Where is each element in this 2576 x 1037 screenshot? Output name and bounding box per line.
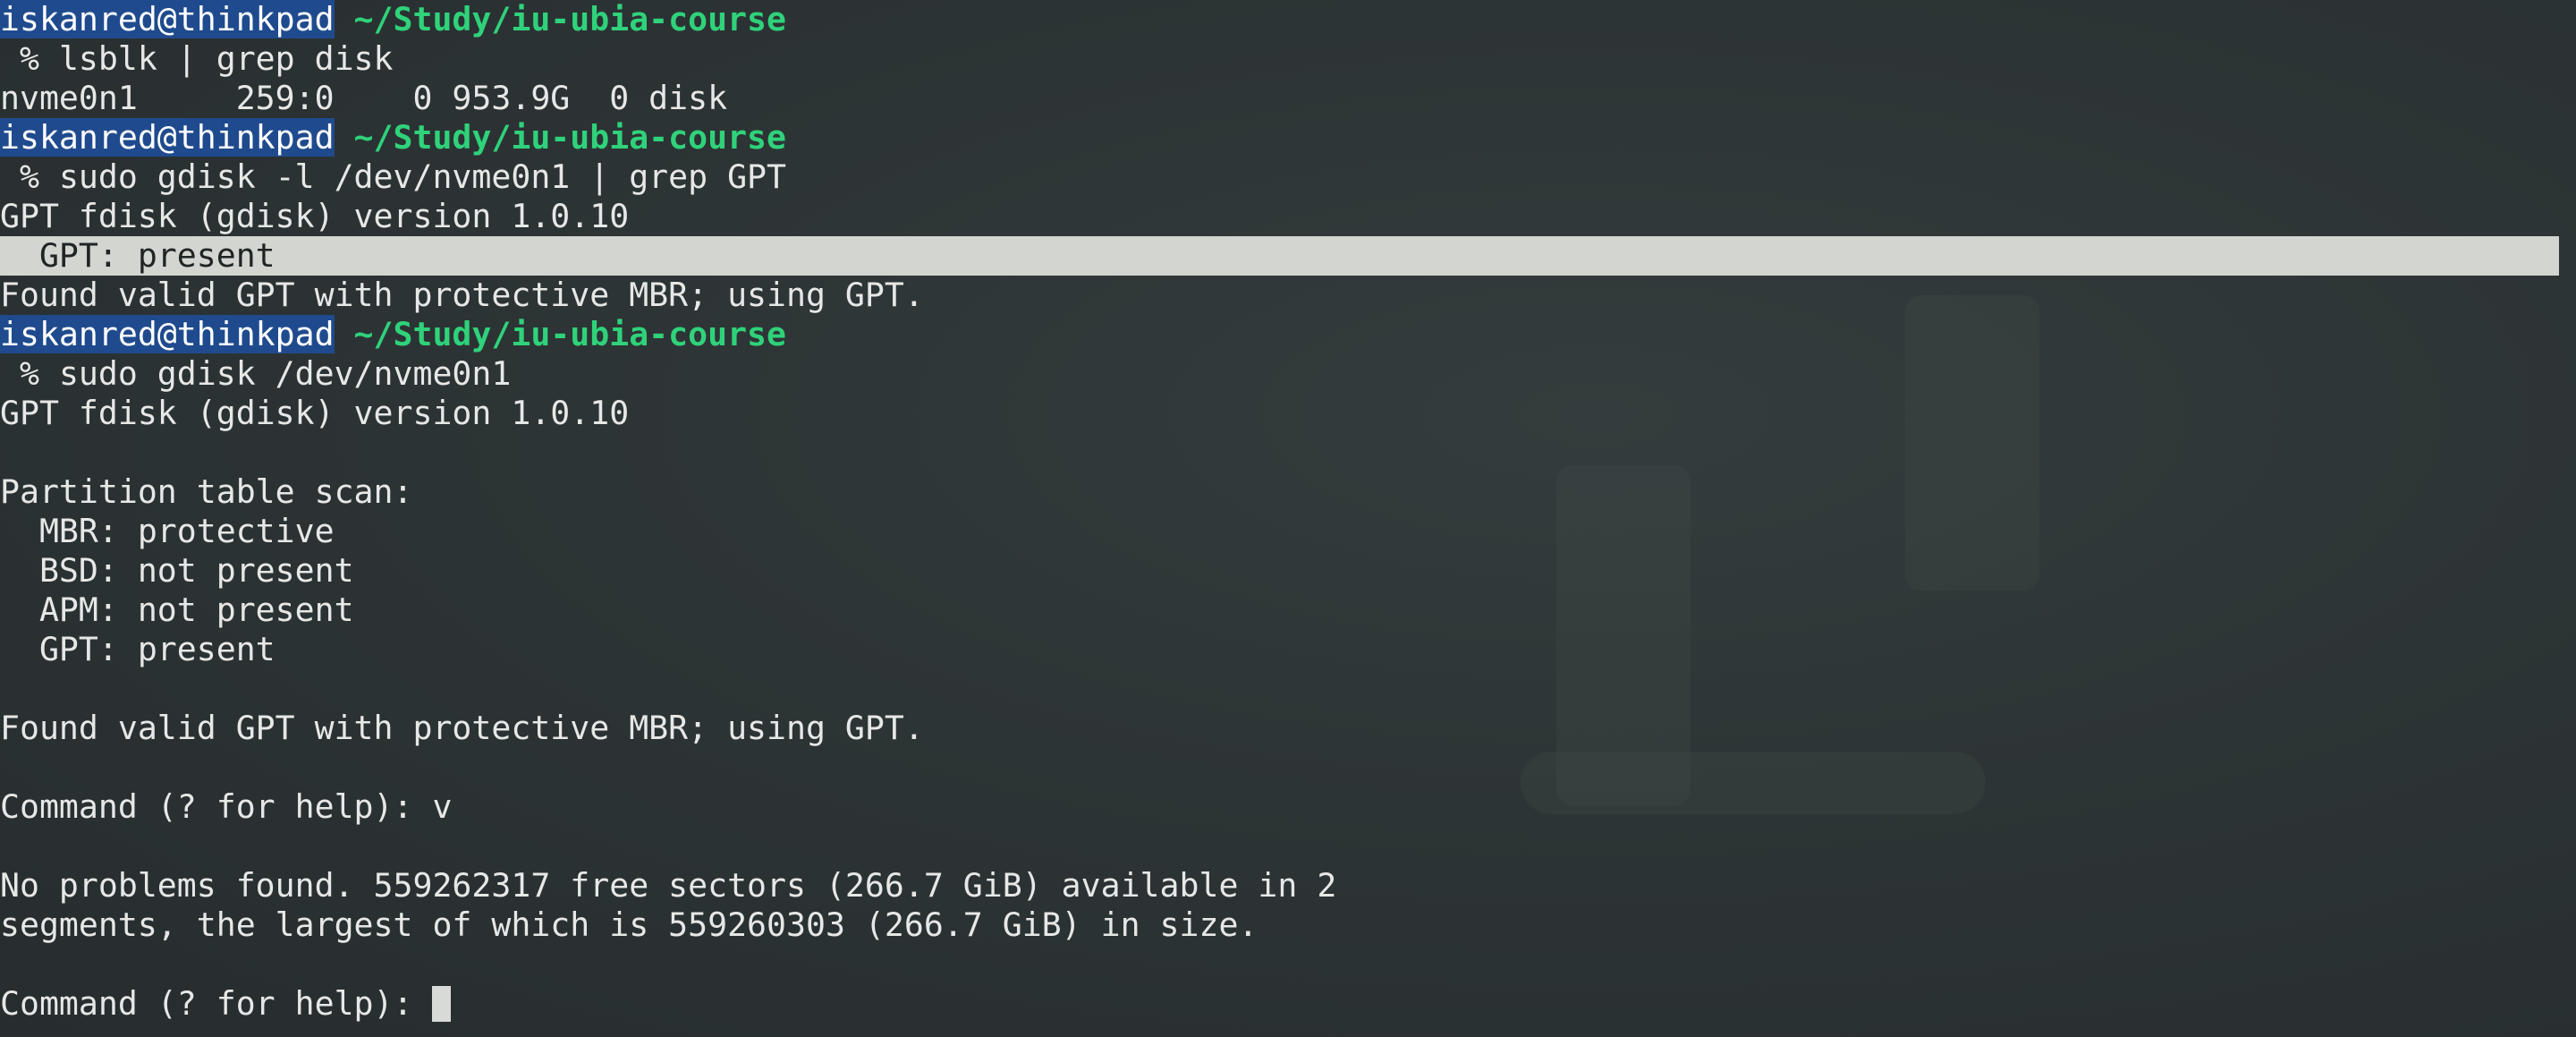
prompt-user-host: iskanred@thinkpad (0, 0, 335, 38)
text-cursor[interactable] (432, 986, 452, 1022)
output-line: GPT: present (0, 630, 275, 668)
prompt-path: ~/Study/iu-ubia-course (334, 315, 786, 353)
terminal-output[interactable]: iskanred@thinkpad ~/Study/iu-ubia-course… (0, 0, 2576, 1024)
terminal-window[interactable]: iskanred@thinkpad ~/Study/iu-ubia-course… (0, 0, 2576, 1037)
command-text: lsblk | grep disk (58, 39, 394, 78)
prompt-path: ~/Study/iu-ubia-course (334, 118, 786, 157)
output-line: segments, the largest of which is 559260… (0, 905, 1258, 944)
command-prompt: Command (? for help): (0, 984, 433, 1023)
prompt-symbol: % (0, 157, 59, 196)
output-line: MBR: protective (0, 512, 335, 550)
prompt-user-host: iskanred@thinkpad (0, 315, 335, 353)
output-line: APM: not present (0, 591, 354, 629)
prompt-user-host: iskanred@thinkpad (0, 118, 335, 157)
command-text: sudo gdisk -l /dev/nvme0n1 | grep GPT (58, 157, 787, 196)
prompt-line: iskanred@thinkpad ~/Study/iu-ubia-course (0, 118, 2576, 157)
prompt-symbol: % (0, 354, 59, 393)
output-line: GPT fdisk (gdisk) version 1.0.10 (0, 394, 630, 432)
output-line: BSD: not present (0, 551, 354, 590)
highlighted-output-line: GPT: present (0, 236, 2559, 276)
prompt-line: iskanred@thinkpad ~/Study/iu-ubia-course (0, 315, 2576, 354)
output-line: Command (? for help): v (0, 787, 453, 826)
prompt-line: iskanred@thinkpad ~/Study/iu-ubia-course (0, 0, 2576, 39)
command-text: sudo gdisk /dev/nvme0n1 (58, 354, 512, 393)
output-line: No problems found. 559262317 free sector… (0, 866, 1337, 905)
output-line: GPT fdisk (gdisk) version 1.0.10 (0, 197, 630, 235)
command-line: % sudo gdisk -l /dev/nvme0n1 | grep GPT (0, 157, 2576, 197)
output-line: Found valid GPT with protective MBR; usi… (0, 276, 924, 314)
command-line: % lsblk | grep disk (0, 39, 2576, 79)
prompt-path: ~/Study/iu-ubia-course (334, 0, 786, 38)
output-line: nvme0n1 259:0 0 953.9G 0 disk (0, 79, 728, 117)
active-input-line[interactable]: Command (? for help): (0, 984, 2576, 1024)
command-line: % sudo gdisk /dev/nvme0n1 (0, 354, 2576, 394)
output-line: Partition table scan: (0, 472, 413, 511)
prompt-symbol: % (0, 39, 59, 78)
output-line: Found valid GPT with protective MBR; usi… (0, 709, 924, 747)
